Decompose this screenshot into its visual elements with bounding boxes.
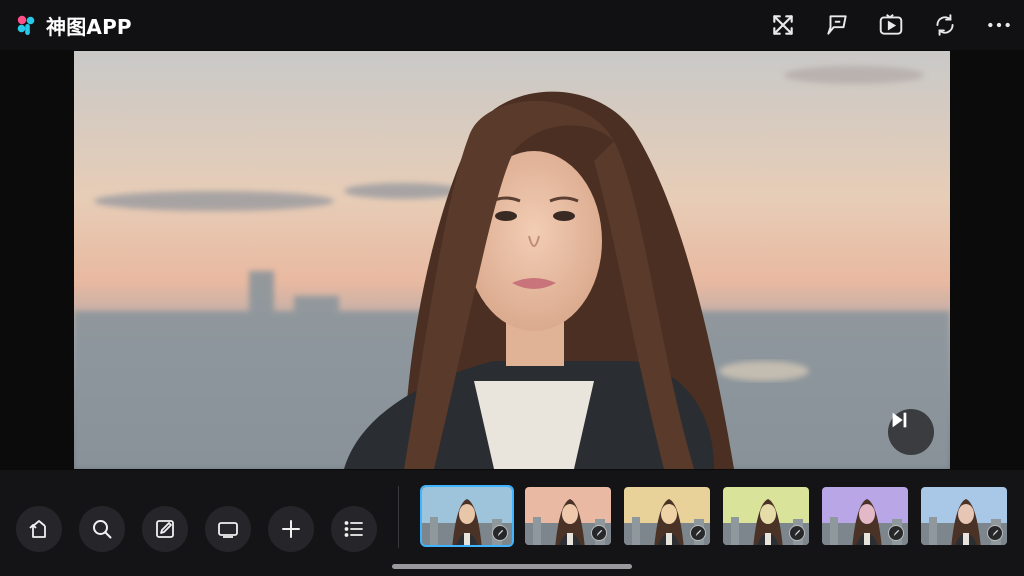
filmstrip — [420, 485, 1018, 547]
filter-badge — [690, 525, 706, 541]
list-icon — [344, 521, 363, 537]
more-button[interactable] — [984, 10, 1014, 40]
filmstrip-thumbnail[interactable] — [919, 485, 1009, 547]
add-icon — [282, 520, 300, 538]
brush-icon — [596, 529, 602, 536]
photo-viewer[interactable] — [74, 51, 950, 469]
tool-buttons — [16, 506, 394, 552]
toolbar-divider — [398, 486, 399, 548]
filmstrip-thumbnail[interactable] — [820, 485, 910, 547]
portrait-photo — [74, 51, 950, 469]
skip-next-icon — [892, 412, 907, 428]
rotate-button[interactable] — [16, 506, 62, 552]
search-icon — [93, 520, 112, 539]
shuffle-icon — [773, 15, 793, 35]
brush-icon — [893, 529, 899, 536]
brush-icon — [794, 529, 800, 536]
home-indicator[interactable] — [392, 564, 632, 569]
search-button[interactable] — [79, 506, 125, 552]
filmstrip-thumbnail[interactable] — [420, 485, 514, 547]
filter-badge — [888, 525, 904, 541]
refresh-icon — [936, 14, 954, 36]
brush-icon — [695, 529, 701, 536]
filter-badge — [591, 525, 607, 541]
edit-icon — [156, 520, 174, 538]
shuffle-button[interactable] — [768, 10, 798, 40]
brand: 神图APP — [14, 11, 132, 40]
more-icon — [988, 22, 1010, 28]
filter-badge — [492, 525, 508, 541]
app-title: 神图APP — [46, 14, 132, 39]
filter-badge — [789, 525, 805, 541]
filmstrip-thumbnail[interactable] — [622, 485, 712, 547]
comment-button[interactable] — [822, 10, 852, 40]
comment-icon — [827, 15, 847, 35]
frame-button[interactable] — [205, 506, 251, 552]
filmstrip-thumbnail[interactable] — [721, 485, 811, 547]
rotate-icon — [29, 520, 46, 538]
bottom-toolbar — [0, 470, 1024, 576]
brush-icon — [992, 529, 998, 536]
brush-icon — [497, 529, 503, 536]
refresh-button[interactable] — [930, 10, 960, 40]
edit-button[interactable] — [142, 506, 188, 552]
play-video-button[interactable] — [876, 10, 906, 40]
filmstrip-thumbnail[interactable] — [523, 485, 613, 547]
play-video-icon — [879, 13, 903, 35]
frame-icon — [218, 522, 238, 538]
skip-next-button[interactable] — [888, 409, 934, 455]
header-actions — [744, 0, 1014, 50]
top-bar: 神图APP — [0, 0, 1024, 50]
app-logo-icon — [17, 15, 35, 35]
list-button[interactable] — [331, 506, 377, 552]
filter-badge — [987, 525, 1003, 541]
add-button[interactable] — [268, 506, 314, 552]
